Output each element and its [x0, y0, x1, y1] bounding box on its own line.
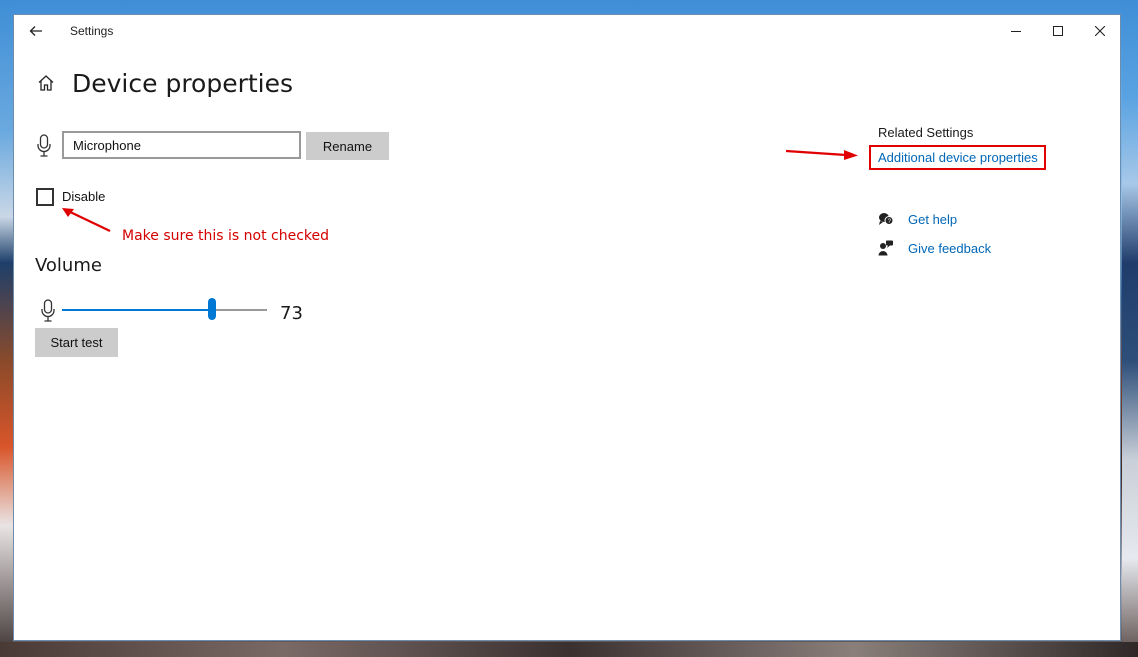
maximize-button[interactable]	[1037, 15, 1079, 47]
desktop-wallpaper-right	[1122, 0, 1138, 657]
page-title: Device properties	[72, 68, 294, 98]
close-button[interactable]	[1079, 15, 1121, 47]
close-icon	[1095, 26, 1105, 36]
annotation-arrow-left	[62, 208, 111, 232]
volume-slider-thumb[interactable]	[207, 298, 216, 320]
give-feedback-label: Give feedback	[908, 240, 992, 256]
volume-heading: Volume	[35, 255, 102, 276]
disable-checkbox[interactable]	[36, 188, 54, 206]
feedback-person-icon	[878, 240, 893, 256]
microphone-icon	[41, 299, 55, 322]
page-header: Device properties	[36, 65, 293, 101]
settings-window: Settings Device properties Rename Disabl…	[13, 14, 1121, 641]
start-test-button[interactable]: Start test	[35, 328, 118, 357]
volume-slider[interactable]	[62, 298, 267, 320]
minimize-icon	[1011, 31, 1021, 32]
minimize-button[interactable]	[995, 15, 1037, 47]
desktop-wallpaper-bottom	[0, 642, 1138, 657]
get-help-link[interactable]: ? Get help	[878, 211, 957, 227]
microphone-icon	[37, 134, 51, 157]
rename-button[interactable]: Rename	[306, 132, 389, 160]
home-icon[interactable]	[36, 73, 56, 93]
get-help-label: Get help	[908, 211, 958, 227]
volume-slider-fill	[62, 309, 212, 311]
help-chat-icon: ?	[879, 213, 894, 225]
back-arrow-icon	[29, 26, 42, 36]
volume-value: 73	[280, 303, 303, 324]
device-name-input[interactable]	[62, 131, 301, 159]
annotation-note: Make sure this is not checked	[122, 228, 330, 244]
maximize-icon	[1053, 26, 1063, 36]
disable-label: Disable	[62, 189, 106, 204]
additional-device-properties-link[interactable]: Additional device properties	[878, 150, 1038, 165]
title-bar: Settings	[14, 15, 1120, 47]
related-settings-heading: Related Settings	[878, 125, 974, 140]
annotation-arrow-right	[785, 149, 858, 160]
give-feedback-link[interactable]: Give feedback	[878, 240, 991, 256]
window-title: Settings	[70, 24, 114, 38]
back-button[interactable]	[20, 17, 52, 45]
desktop-wallpaper-left	[0, 0, 13, 657]
